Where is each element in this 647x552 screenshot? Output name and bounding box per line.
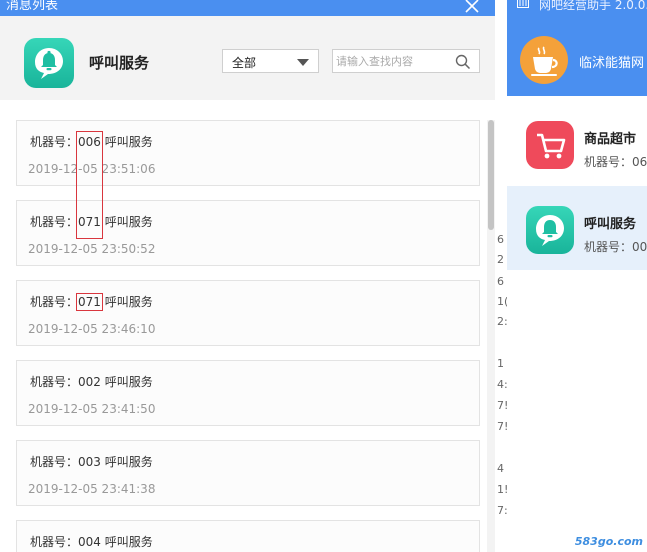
- assistant-header: 网吧经营助手 2.0.0.4 临沭能猫网: [507, 0, 647, 96]
- message-text-line: 机器号：071 呼叫服务: [30, 293, 153, 311]
- background-text-fragment: 2: [497, 253, 504, 266]
- message-time: 2019-12-05 23:41:38: [28, 482, 156, 496]
- machine-number: 003: [78, 455, 101, 469]
- close-icon[interactable]: [463, 0, 481, 15]
- scrollbar-thumb[interactable]: [488, 120, 494, 230]
- machine-label: 机器号：: [30, 375, 79, 389]
- message-time: 2019-12-05 23:50:52: [28, 242, 156, 256]
- background-text-fragment: 4: [497, 462, 504, 475]
- background-text-fragment: 1: [497, 357, 504, 370]
- background-text-fragment: 6: [497, 275, 504, 288]
- machine-label: 机器号：: [30, 135, 79, 149]
- message-card[interactable]: 机器号：002 呼叫服务 2019-12-05 23:41:50: [16, 360, 480, 426]
- machine-number: 002: [78, 375, 101, 389]
- message-text-line: 机器号：006 呼叫服务: [30, 133, 153, 150]
- call-service-bell-icon: [526, 206, 574, 254]
- filter-selected-value: 全部: [232, 56, 257, 70]
- nav-item-name: 商品超市: [584, 132, 637, 147]
- message-text: 呼叫服务: [104, 135, 153, 149]
- machine-label: 机器号：: [30, 535, 79, 549]
- dropdown-arrow-icon: [297, 59, 309, 66]
- list-scrollbar[interactable]: [487, 120, 495, 552]
- window-titlebar: 消息列表: [0, 0, 495, 16]
- message-text-line: 机器号：004 呼叫服务: [30, 533, 153, 550]
- machine-label: 机器号：: [30, 295, 79, 309]
- nav-item-subtext: 机器号：00: [584, 240, 647, 254]
- search-input[interactable]: [336, 52, 451, 70]
- message-card[interactable]: 机器号：004 呼叫服务: [16, 520, 480, 552]
- message-time: 2019-12-05 23:51:06: [28, 162, 156, 176]
- message-time: 2019-12-05 23:41:50: [28, 402, 156, 416]
- nav-item-name: 呼叫服务: [584, 217, 637, 232]
- window-title: 消息列表: [6, 0, 59, 13]
- message-text-line: 机器号：002 呼叫服务: [30, 373, 153, 390]
- machine-number: 006: [78, 135, 101, 149]
- machine-number: 071: [78, 215, 101, 229]
- assistant-main-panel: 网吧经营助手 2.0.0.4 临沭能猫网 商品超市 机器号：06 呼叫服务 机器…: [507, 0, 647, 552]
- message-card[interactable]: 机器号：006 呼叫服务 2019-12-05 23:51:06: [16, 120, 480, 186]
- message-text: 呼叫服务: [104, 215, 153, 229]
- coffee-cup-icon: [520, 36, 568, 84]
- app-logo-icon: [517, 0, 529, 8]
- nav-item-supermarket[interactable]: 商品超市 机器号：06: [507, 101, 647, 185]
- message-time: 2019-12-05 23:46:10: [28, 322, 156, 336]
- search-box: [332, 49, 480, 73]
- background-text-fragment: 6: [497, 233, 504, 246]
- message-text: 呼叫服务: [104, 375, 153, 389]
- message-list-window: 消息列表 呼叫服务 全部 请输入查找内容 机器号：006 呼叫服务 2019-1…: [0, 0, 495, 552]
- machine-number-highlighted: 071: [76, 293, 103, 311]
- call-service-bell-icon: [24, 38, 74, 88]
- category-filter-select[interactable]: 全部: [222, 49, 319, 73]
- message-text-line: 机器号：071 呼叫服务: [30, 213, 153, 230]
- message-card[interactable]: 机器号：071 呼叫服务 2019-12-05 23:50:52: [16, 200, 480, 266]
- message-card[interactable]: 机器号：071 呼叫服务 2019-12-05 23:46:10: [16, 280, 480, 346]
- watermark-text: 583go.com: [574, 535, 643, 548]
- shopping-cart-icon: [526, 121, 574, 169]
- message-text: 呼叫服务: [104, 455, 153, 469]
- nav-item-call-service[interactable]: 呼叫服务 机器号：00: [507, 186, 647, 270]
- nav-item-subtext: 机器号：06: [584, 155, 647, 169]
- message-text: 呼叫服务: [104, 295, 153, 309]
- machine-label: 机器号：: [30, 455, 79, 469]
- message-card[interactable]: 机器号：003 呼叫服务 2019-12-05 23:41:38: [16, 440, 480, 506]
- machine-label: 机器号：: [30, 215, 79, 229]
- message-list: 机器号：006 呼叫服务 2019-12-05 23:51:06 机器号：071…: [0, 100, 495, 552]
- assistant-title: 网吧经营助手 2.0.0.4: [539, 0, 647, 12]
- machine-number: 004: [78, 535, 101, 549]
- list-header: 呼叫服务 全部: [0, 16, 495, 100]
- message-text: 呼叫服务: [104, 535, 153, 549]
- search-icon[interactable]: [455, 54, 471, 70]
- message-text-line: 机器号：003 呼叫服务: [30, 453, 153, 470]
- app-title: 呼叫服务: [89, 54, 150, 72]
- shop-name: 临沭能猫网: [579, 56, 645, 71]
